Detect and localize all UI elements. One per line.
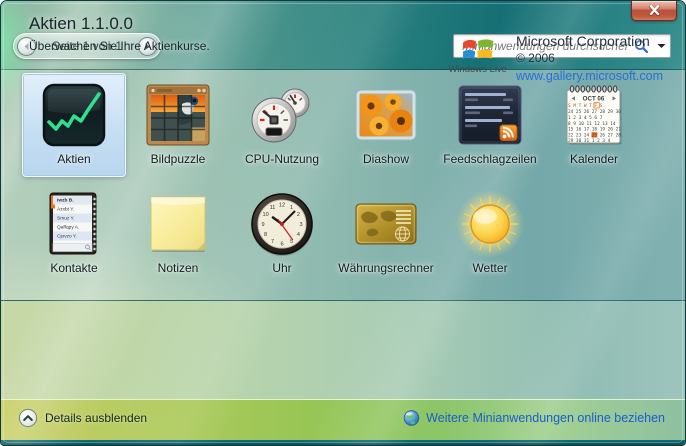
- gadget-label: Feedschlagzeilen: [443, 152, 536, 166]
- window-bottom-edge: [1, 440, 685, 445]
- gadget-title-version: Aktien 1.1.0.0: [29, 14, 210, 34]
- gadget-label: Wetter: [472, 261, 507, 275]
- gadget-label: Notizen: [158, 261, 199, 275]
- contact-name-text: Smuz Y.: [57, 216, 75, 222]
- publisher-details: Windows Live Microsoft Corporation © 200…: [448, 33, 663, 83]
- clock-numeral: 6: [280, 242, 283, 248]
- windows-live-logo-block: Windows Live: [448, 35, 507, 75]
- gadget-label: Bildpuzzle: [151, 152, 206, 166]
- gadget-wetter[interactable]: Wetter: [438, 182, 542, 286]
- gadget-uhr[interactable]: 12 1 2 3 4 5 6 7 8 9 10 11 Uhr: [230, 182, 334, 286]
- contact-name-text: Cjovzo Y.: [57, 234, 77, 240]
- calendar-week-text: 29 30 31 1 2 3 4: [568, 138, 611, 144]
- contact-name-text: Azxbt Y.: [57, 207, 74, 213]
- gadget-label: Kalender: [570, 152, 618, 166]
- contact-name-text: Qaffqpy A.: [57, 225, 79, 231]
- clock-numeral: 8: [264, 232, 267, 238]
- weather-sun-icon: [455, 189, 525, 259]
- slideshow-icon: [355, 89, 417, 141]
- calendar-week-text: 24 25 26 27 28 29 30: [568, 109, 621, 115]
- gadget-description: Überwachen Sie Ihre Aktienkurse.: [29, 39, 210, 53]
- get-more-gadgets-link[interactable]: Weitere Minianwendungen online beziehen: [403, 409, 665, 426]
- contact-name-text: Iwzb B.: [57, 198, 74, 204]
- gadget-label: Aktien: [57, 152, 90, 166]
- chevron-up-circle-icon: [18, 408, 38, 428]
- gadget-grid: Aktien Bildpuzzle: [22, 73, 646, 286]
- get-more-gadgets-label: Weitere Minianwendungen online beziehen: [426, 411, 665, 425]
- globe-icon: [403, 409, 420, 426]
- clock-numeral: 10: [262, 212, 268, 218]
- gadget-feedschlagzeilen[interactable]: Feedschlagzeilen: [438, 73, 542, 177]
- picture-puzzle-icon: [146, 84, 210, 146]
- details-panel-background: [1, 300, 685, 399]
- calendar-week-text: 22 23 24 25 26 27 28: [568, 132, 621, 138]
- close-button[interactable]: [631, 1, 677, 21]
- contacts-icon: Iwzb B. Azxbt Y. Smuz Y. Qaffqpy A. Cjov…: [48, 191, 100, 257]
- calendar-month-text: OCT 06: [583, 96, 605, 103]
- details-toggle-label: Details ausblenden: [45, 411, 147, 425]
- gadget-kalender[interactable]: OCT 06 S M T W T F S 24 25 26 27 28 29 3…: [542, 73, 646, 177]
- gadget-kontakte[interactable]: Iwzb B. Azxbt Y. Smuz Y. Qaffqpy A. Cjov…: [22, 182, 126, 286]
- clock-numeral: 1: [290, 205, 293, 211]
- calendar-week-text: 1 2 3 4 5 6 7: [568, 115, 603, 121]
- calendar-icon: OCT 06 S M T W T F S 24 25 26 27 28 29 3…: [564, 83, 624, 147]
- gallery-link[interactable]: www.gallery.microsoft.com: [516, 69, 663, 83]
- cpu-gauge-icon: [249, 86, 315, 144]
- clock-numeral: 3: [299, 222, 302, 228]
- clock-numeral: 2: [297, 212, 300, 218]
- gadget-aktien[interactable]: Aktien: [22, 73, 126, 177]
- copyright-text: © 2006: [516, 51, 663, 65]
- gadget-cpu-nutzung[interactable]: CPU-Nutzung: [230, 73, 334, 177]
- gadget-notizen[interactable]: Notizen: [126, 182, 230, 286]
- rss-feed-icon: [458, 85, 522, 145]
- gadget-label: Kontakte: [50, 261, 97, 275]
- clock-numeral: 12: [279, 203, 285, 209]
- details-toggle[interactable]: Details ausblenden: [18, 408, 147, 428]
- windows-flag-icon: [460, 35, 496, 63]
- clock-numeral: 11: [270, 205, 276, 211]
- gadget-diashow[interactable]: Diashow: [334, 73, 438, 177]
- gadget-gallery-window: Seite 1 von 1: [0, 0, 686, 446]
- clock-numeral: 7: [271, 239, 274, 245]
- publisher-name: Microsoft Corporation: [516, 33, 663, 49]
- calendar-week-text: 8 9 10 11 12 13 14: [568, 121, 616, 127]
- gadget-label: Währungsrechner: [338, 261, 433, 275]
- windows-live-caption: Windows Live: [448, 64, 507, 75]
- sticky-note-icon: [148, 194, 208, 254]
- clock-numeral: 9: [261, 222, 264, 228]
- gadget-waehrungsrechner[interactable]: Währungsrechner: [334, 182, 438, 286]
- calendar-dayrow-text: S M T W T F S: [568, 103, 603, 109]
- gadget-label: Uhr: [272, 261, 291, 275]
- gadget-details: Aktien 1.1.0.0 Überwachen Sie Ihre Aktie…: [29, 14, 210, 53]
- close-icon: [648, 5, 661, 16]
- calendar-week-text: 15 16 17 18 19 20 21: [568, 127, 621, 133]
- currency-converter-icon: [355, 203, 417, 245]
- gadget-label: CPU-Nutzung: [245, 152, 319, 166]
- gadget-label: Diashow: [363, 152, 409, 166]
- clock-numeral: 4: [297, 232, 300, 238]
- gadget-bildpuzzle[interactable]: Bildpuzzle: [126, 73, 230, 177]
- stock-chart-icon: [42, 83, 106, 147]
- clock-icon: 12 1 2 3 4 5 6 7 8 9 10 11: [249, 191, 315, 257]
